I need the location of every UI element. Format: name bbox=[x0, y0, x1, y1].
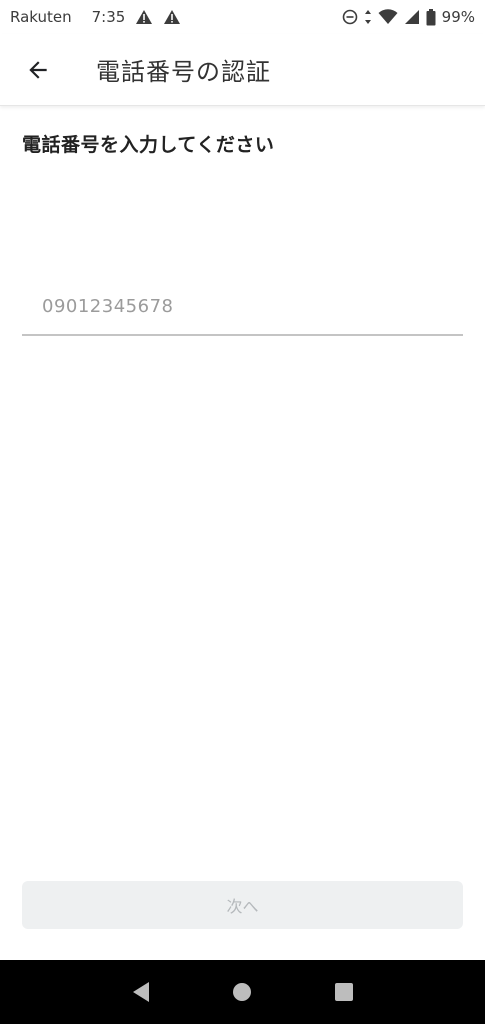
app-bar: 電話番号の認証 bbox=[0, 34, 485, 106]
nav-recents-button[interactable] bbox=[324, 972, 364, 1012]
recents-square-icon bbox=[335, 983, 354, 1001]
status-right: 99% bbox=[342, 8, 475, 26]
wifi-icon bbox=[378, 9, 398, 24]
phone-number-input[interactable] bbox=[22, 288, 463, 336]
status-left: Rakuten 7:35 bbox=[10, 8, 181, 26]
carrier-label: Rakuten bbox=[10, 8, 72, 26]
dnd-icon bbox=[342, 9, 357, 25]
back-button[interactable] bbox=[10, 42, 66, 98]
signal-icon bbox=[404, 10, 419, 24]
data-arrows-icon bbox=[364, 10, 371, 24]
page-title: 電話番号の認証 bbox=[96, 58, 271, 86]
nav-back-button[interactable] bbox=[121, 972, 161, 1012]
back-triangle-icon bbox=[132, 982, 149, 1002]
arrow-back-icon bbox=[29, 60, 47, 79]
home-circle-icon bbox=[233, 983, 252, 1001]
warning-icon bbox=[136, 10, 153, 24]
instruction-text: 電話番号を入力してください bbox=[22, 134, 275, 156]
status-bar: Rakuten 7:35 99% bbox=[0, 0, 485, 34]
battery-level: 99% bbox=[441, 8, 475, 26]
warning-icon bbox=[164, 10, 181, 24]
system-nav-bar bbox=[0, 960, 485, 1024]
nav-home-button[interactable] bbox=[222, 972, 262, 1012]
screen: Rakuten 7:35 99% 電話番号の認証 電話番号を入力してください 0… bbox=[0, 0, 485, 1024]
clock: 7:35 bbox=[91, 8, 126, 26]
battery-icon bbox=[426, 8, 436, 25]
next-button[interactable]: 次へ bbox=[22, 881, 463, 929]
